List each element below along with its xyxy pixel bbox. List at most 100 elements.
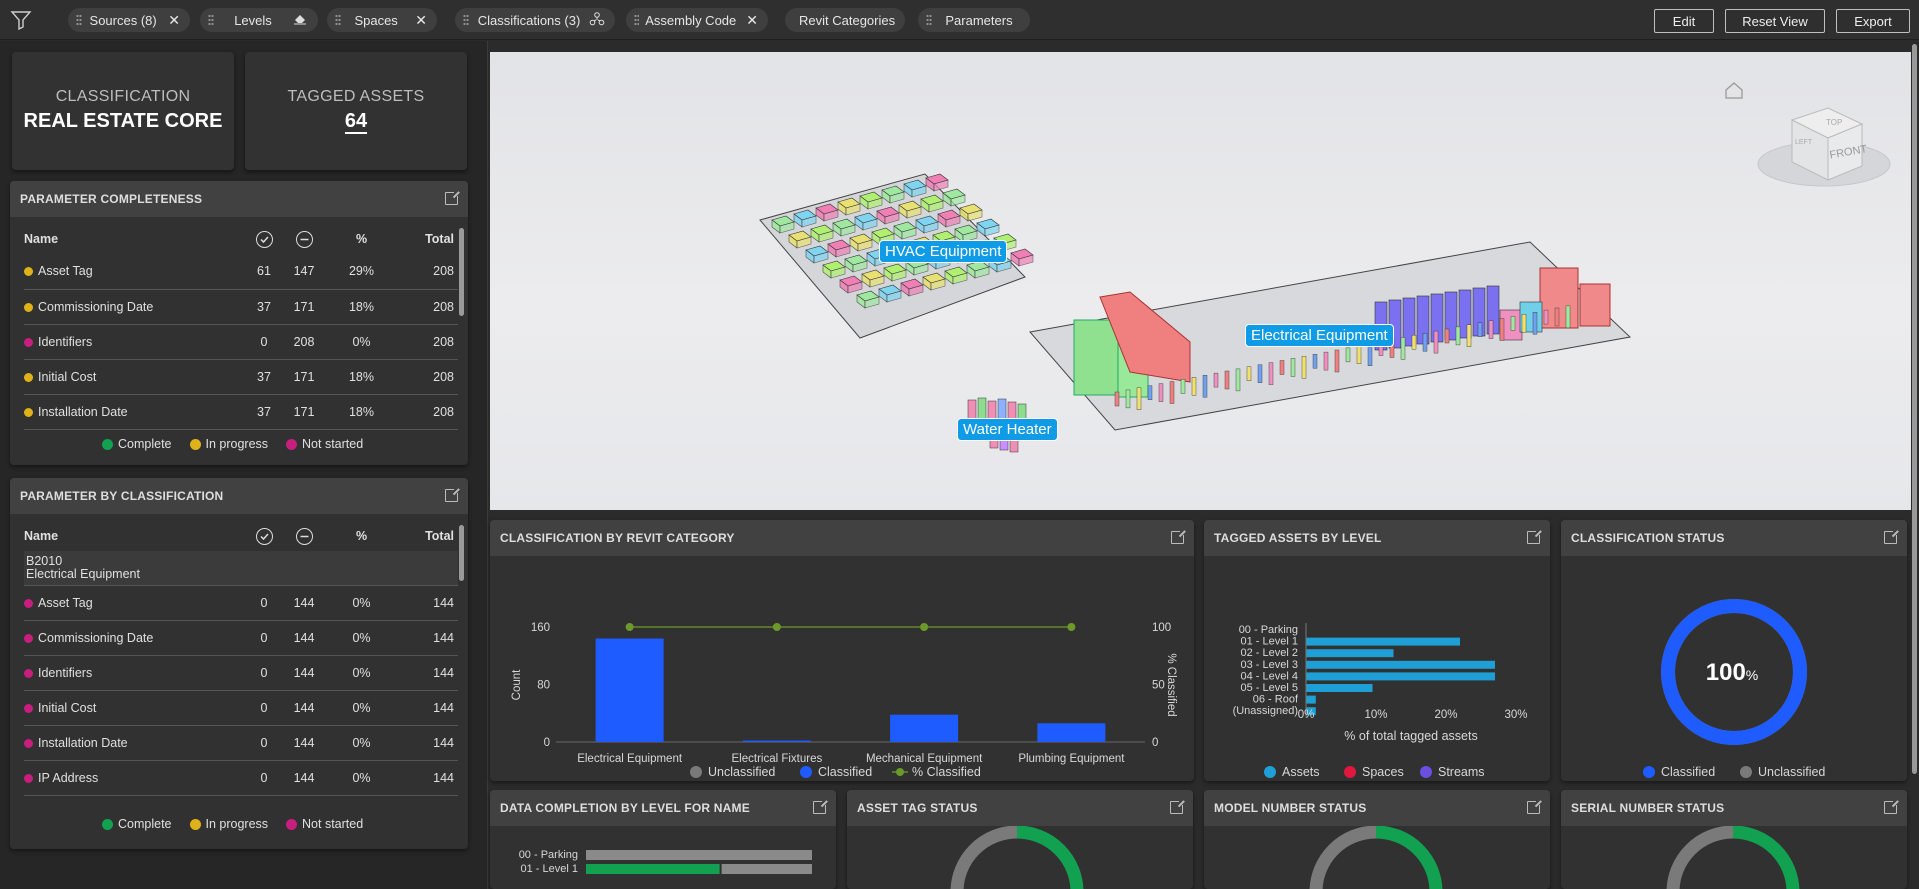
edit-button[interactable]: Edit xyxy=(1654,9,1714,33)
drag-handle-icon[interactable] xyxy=(463,14,469,26)
assets-bar[interactable] xyxy=(1306,637,1460,646)
model-number-donut[interactable] xyxy=(1204,826,1550,889)
complete-bar[interactable] xyxy=(586,864,720,874)
table-row[interactable]: Initial Cost 0 144 0% 144 xyxy=(24,690,458,726)
assets-bar[interactable] xyxy=(1306,660,1495,669)
serial-number-donut[interactable] xyxy=(1561,826,1907,889)
col-in-progress[interactable] xyxy=(284,521,324,551)
complete-count[interactable]: 0 xyxy=(244,620,284,656)
drag-handle-icon[interactable] xyxy=(76,14,82,26)
classified-bar[interactable] xyxy=(742,740,811,742)
table-row[interactable]: Identifiers 0 144 0% 144 xyxy=(24,655,458,691)
group-row[interactable]: B2010 Electrical Equipment xyxy=(24,551,458,586)
col-total[interactable]: Total xyxy=(399,224,458,254)
col-complete[interactable] xyxy=(244,224,284,254)
cube-left-label[interactable]: LEFT xyxy=(1795,139,1813,146)
table-row[interactable]: Identifiers 0 208 0% 208 xyxy=(24,324,458,360)
main-scrollbar[interactable] xyxy=(1912,44,1917,774)
expand-icon[interactable] xyxy=(1170,799,1185,814)
reset-view-button[interactable]: Reset View xyxy=(1725,9,1825,33)
expand-icon[interactable] xyxy=(1527,799,1542,814)
hvac-equipment-label[interactable]: HVAC Equipment xyxy=(879,240,1008,263)
assets-bar[interactable] xyxy=(1306,695,1316,704)
pct-classified-point[interactable] xyxy=(920,623,929,631)
in-progress-count[interactable]: 171 xyxy=(284,394,324,430)
close-icon[interactable]: ✕ xyxy=(746,12,758,29)
filter-chip[interactable]: Classifications (3) xyxy=(455,8,615,32)
classified-bar[interactable] xyxy=(1037,723,1106,742)
table-row[interactable]: Asset Tag 61 147 29% 208 xyxy=(24,254,458,290)
classified-bar[interactable] xyxy=(595,638,664,743)
col-pct[interactable]: % xyxy=(324,521,399,551)
cube-top-label[interactable]: TOP xyxy=(1826,118,1842,127)
table-scrollbar[interactable] xyxy=(459,228,464,316)
table-row[interactable]: IP Address 0 144 0% 144 xyxy=(24,760,458,796)
complete-count[interactable]: 0 xyxy=(244,655,284,691)
expand-icon[interactable] xyxy=(1884,799,1899,814)
expand-icon[interactable] xyxy=(445,190,460,205)
legend-item[interactable]: Not started xyxy=(286,437,363,451)
drag-handle-icon[interactable] xyxy=(926,14,932,26)
expand-icon[interactable] xyxy=(1884,529,1899,544)
filter-chip[interactable]: Levels xyxy=(200,8,318,32)
complete-count[interactable]: 0 xyxy=(244,585,284,621)
table-row[interactable]: Asset Tag 0 144 0% 144 xyxy=(24,585,458,621)
expand-icon[interactable] xyxy=(813,799,828,814)
in-progress-count[interactable]: 144 xyxy=(284,620,324,656)
export-button[interactable]: Export xyxy=(1836,9,1910,33)
expand-icon[interactable] xyxy=(1527,529,1542,544)
filter-chip[interactable]: Sources (8) ✕ xyxy=(68,8,190,32)
in-progress-count[interactable]: 144 xyxy=(284,585,324,621)
legend-item[interactable]: Complete xyxy=(102,817,172,831)
filter-chip[interactable]: Parameters xyxy=(918,8,1030,32)
table-row[interactable]: Commissioning Date 0 144 0% 144 xyxy=(24,620,458,656)
pct-classified-point[interactable] xyxy=(772,623,781,631)
expand-icon[interactable] xyxy=(1171,529,1186,544)
legend-item[interactable]: In progress xyxy=(189,437,268,451)
model-viewer[interactable]: TOP FRONT LEFT HVAC Equipment Electrical… xyxy=(490,52,1911,510)
assets-bar[interactable] xyxy=(1306,649,1394,658)
in-progress-count[interactable]: 144 xyxy=(284,690,324,726)
col-in-progress[interactable] xyxy=(284,224,324,254)
incomplete-bar[interactable] xyxy=(586,850,812,860)
assets-bar[interactable] xyxy=(1306,672,1495,681)
complete-count[interactable]: 37 xyxy=(244,359,284,395)
complete-count[interactable]: 37 xyxy=(244,289,284,325)
filter-icon[interactable] xyxy=(10,9,32,31)
assets-bar[interactable] xyxy=(1306,684,1373,692)
drag-handle-icon[interactable] xyxy=(335,14,341,26)
col-name[interactable]: Name xyxy=(24,224,244,254)
revit-category-chart[interactable]: 0 80 160 0 50 100 Count % Classified Electrical … xyxy=(490,556,1194,781)
legend-item[interactable]: Complete xyxy=(102,437,172,451)
water-heater-label[interactable]: Water Heater xyxy=(957,418,1058,441)
in-progress-count[interactable]: 208 xyxy=(284,324,324,360)
in-progress-count[interactable]: 144 xyxy=(284,655,324,691)
in-progress-count[interactable]: 171 xyxy=(284,359,324,395)
filter-chip[interactable]: Revit Categories xyxy=(785,8,905,32)
pct-classified-point[interactable] xyxy=(1067,623,1076,631)
incomplete-bar[interactable] xyxy=(721,864,812,874)
table-row[interactable]: Installation Date 0 144 0% 144 xyxy=(24,725,458,761)
legend-item[interactable]: Not started xyxy=(286,817,363,831)
panel-divider[interactable] xyxy=(478,41,488,889)
in-progress-count[interactable]: 171 xyxy=(284,289,324,325)
model-scene[interactable]: TOP FRONT LEFT xyxy=(490,52,1911,510)
table-scrollbar[interactable] xyxy=(459,525,464,581)
complete-count[interactable]: 0 xyxy=(244,725,284,761)
eraser-icon[interactable] xyxy=(292,12,308,29)
drag-handle-icon[interactable] xyxy=(634,14,640,26)
complete-count[interactable]: 0 xyxy=(244,324,284,360)
filter-chip[interactable]: Assembly Code ✕ xyxy=(626,8,768,32)
complete-count[interactable]: 0 xyxy=(244,690,284,726)
table-row[interactable]: Installation Date 37 171 18% 208 xyxy=(24,394,458,430)
asset-tag-donut[interactable] xyxy=(847,826,1193,889)
electrical-equipment-label[interactable]: Electrical Equipment xyxy=(1245,324,1394,347)
tagged-assets-kpi-value[interactable]: 64 xyxy=(344,110,368,134)
pct-classified-point[interactable] xyxy=(625,623,634,631)
classification-status-chart[interactable]: 100% Classified Unclassified xyxy=(1561,556,1907,781)
in-progress-count[interactable]: 144 xyxy=(284,725,324,761)
data-completion-chart[interactable]: 00 - Parking 01 - Level 1 xyxy=(490,826,836,889)
filter-chip[interactable]: Spaces ✕ xyxy=(327,8,437,32)
close-icon[interactable]: ✕ xyxy=(415,12,427,29)
col-pct[interactable]: % xyxy=(324,224,399,254)
